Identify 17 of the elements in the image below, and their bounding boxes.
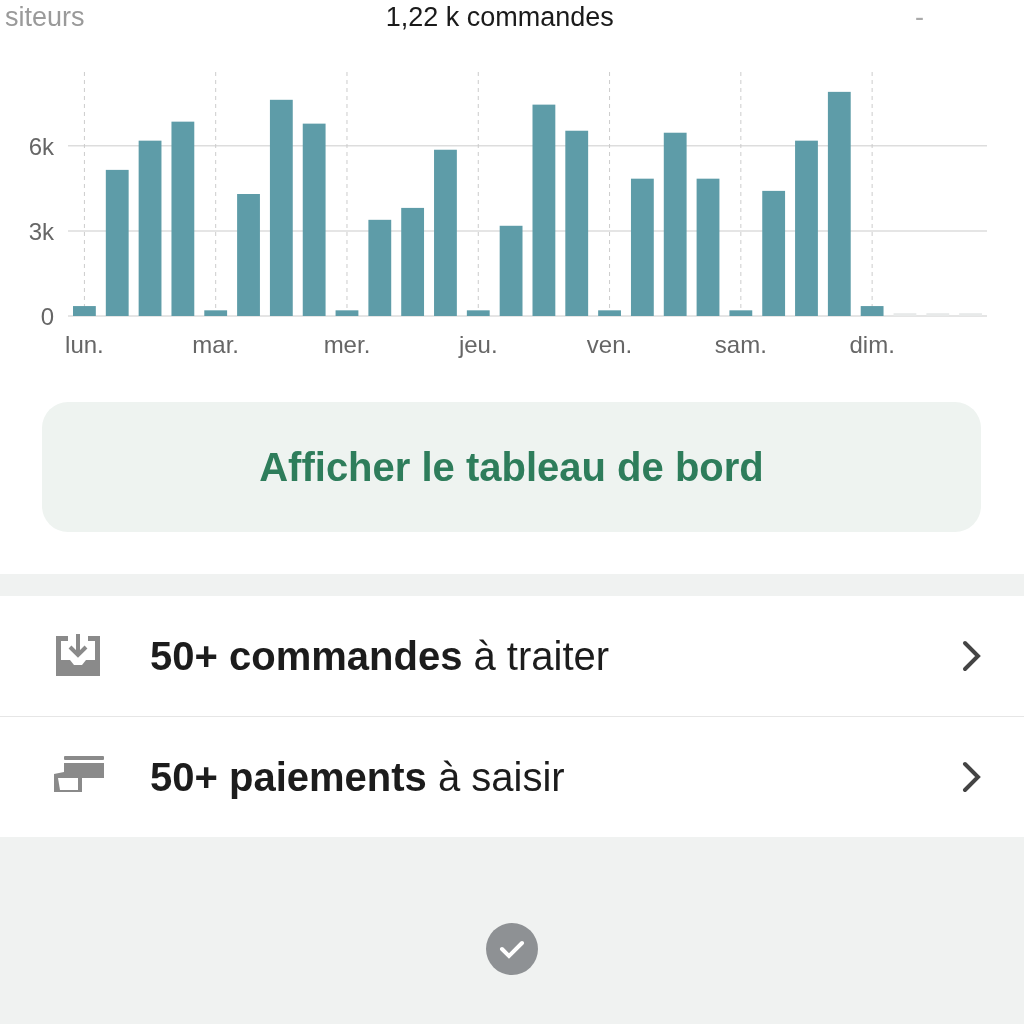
axis-label: sam. <box>714 331 767 358</box>
axis-label: lun. <box>65 331 104 358</box>
axis-label: dim. <box>849 331 895 358</box>
axis-label: mar. <box>192 331 240 358</box>
summary-label: siteurs <box>5 1 85 33</box>
axis-label: jeu. <box>458 331 498 358</box>
summary-label: - <box>915 1 924 33</box>
axis-label: 6k <box>28 132 54 160</box>
axis-label: 3k <box>28 217 54 245</box>
axis-label: ven. <box>586 331 633 358</box>
summary-label: 1,22 k commandes <box>385 1 614 33</box>
task-link[interactable]: 50+ commandes à traiter <box>150 633 960 679</box>
task-link[interactable]: 50+ paiements à saisir <box>150 754 960 800</box>
dashboard-button[interactable]: Afficher le tableau de bord <box>42 402 981 532</box>
axis-label: mer. <box>323 331 371 358</box>
check-circle-icon <box>486 923 538 975</box>
axis-label: 0 <box>40 303 54 330</box>
